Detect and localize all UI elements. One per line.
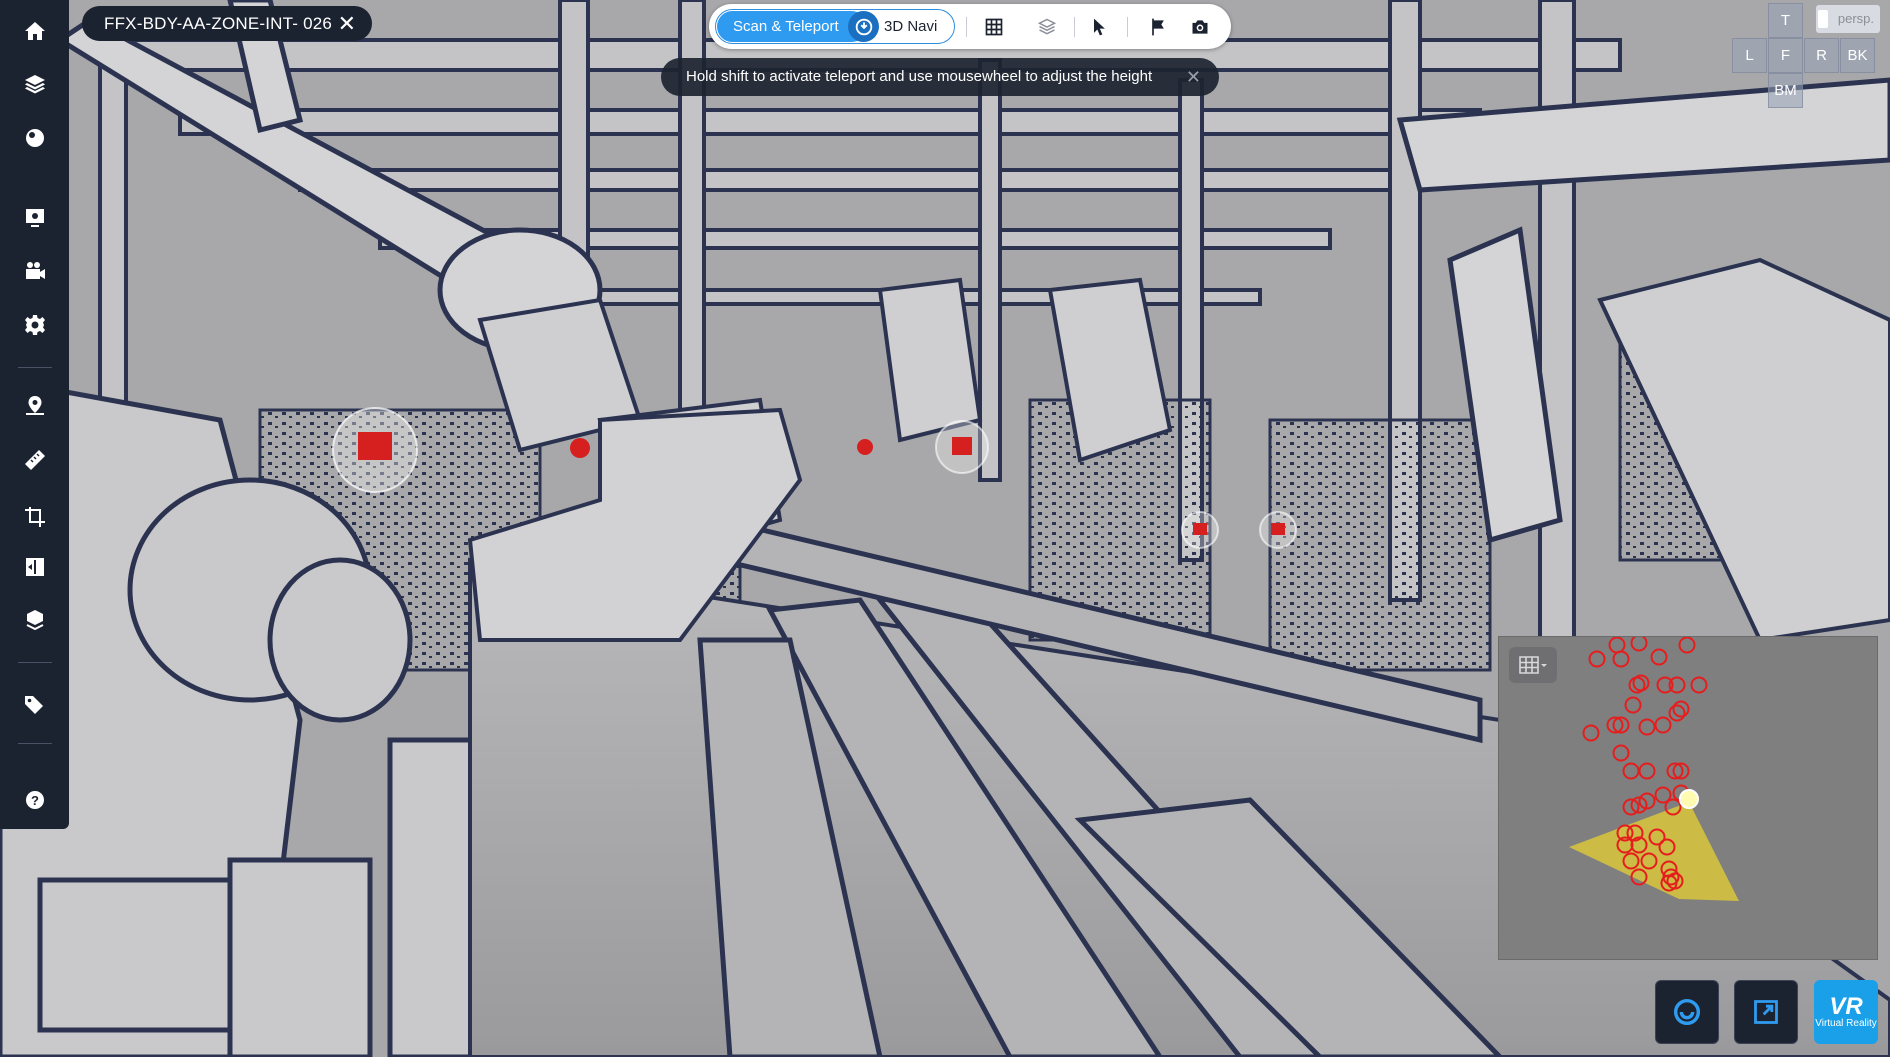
navigation-mode-switch[interactable]: Scan & Teleport 3D Navi <box>715 9 955 44</box>
tags-button[interactable] <box>14 684 56 724</box>
select-button[interactable] <box>1084 12 1114 42</box>
snapshot-icon <box>26 209 44 227</box>
3d-navi-mode-button[interactable]: 3D Navi <box>884 10 937 43</box>
tooltip-text: Hold shift to activate teleport and use … <box>686 68 1153 85</box>
settings-button[interactable] <box>14 305 56 345</box>
view-front-button[interactable]: F <box>1768 38 1803 73</box>
layers-3d-icon <box>1037 18 1057 35</box>
teleport-hint-tooltip: Hold shift to activate teleport and use … <box>661 58 1219 96</box>
sphere-button[interactable] <box>14 118 56 158</box>
minimap-scan-point[interactable] <box>1630 637 1648 652</box>
location-pin-icon <box>26 396 44 415</box>
minimap-scan-point[interactable] <box>1612 744 1630 762</box>
minimap-scan-point[interactable] <box>1678 637 1696 654</box>
settings-icon <box>25 315 45 335</box>
cursor-icon <box>1094 18 1105 36</box>
view-back-button[interactable]: BK <box>1840 38 1875 73</box>
help-icon: ? <box>26 791 44 809</box>
minimap-scan-point[interactable] <box>1690 676 1708 694</box>
minimap[interactable] <box>1498 636 1878 960</box>
measure-button[interactable] <box>14 440 56 480</box>
svg-text:?: ? <box>31 793 39 808</box>
compare-button[interactable] <box>14 547 56 587</box>
minimap-scan-point[interactable] <box>1608 637 1626 654</box>
compare-icon <box>26 558 44 576</box>
mode-toggle-knob[interactable] <box>848 11 879 42</box>
walk-mode-icon <box>1673 998 1701 1026</box>
location-button[interactable] <box>14 386 56 426</box>
top-toolbar: Scan & Teleport 3D Navi <box>709 4 1231 49</box>
video-icon <box>26 262 45 279</box>
screenshot-button[interactable] <box>1185 12 1215 42</box>
minimap-scan-point[interactable] <box>1668 704 1686 722</box>
ruler-icon <box>25 450 45 470</box>
minimap-current-position <box>1679 789 1699 809</box>
snapshot-button[interactable] <box>14 197 56 237</box>
minimap-scan-point[interactable] <box>1624 696 1642 714</box>
scan-teleport-mode-button[interactable]: Scan & Teleport <box>717 11 867 42</box>
scan-tab[interactable]: FFX-BDY-AA-ZONE-INT- 026 ✕ <box>82 6 372 41</box>
video-button[interactable] <box>14 251 56 291</box>
minimap-scan-point[interactable] <box>1650 648 1668 666</box>
grid-icon <box>985 18 1003 36</box>
sphere-icon <box>26 129 44 147</box>
close-icon[interactable]: ✕ <box>1186 58 1201 96</box>
walk-mode-button[interactable] <box>1655 980 1719 1044</box>
minimap-scan-point[interactable] <box>1582 724 1600 742</box>
virtual-reality-button[interactable]: VR Virtual Reality <box>1814 980 1878 1044</box>
minimap-scan-point[interactable] <box>1672 700 1690 718</box>
minimap-layer-button[interactable] <box>1509 647 1557 683</box>
scan-tab-title: FFX-BDY-AA-ZONE-INT- 026 <box>104 13 333 33</box>
teleport-icon <box>855 18 872 35</box>
minimap-scan-point[interactable] <box>1638 718 1656 736</box>
minimap-scan-map[interactable] <box>1499 637 1877 959</box>
3d-layers-button[interactable] <box>1032 12 1062 42</box>
flag-icon <box>1152 18 1164 36</box>
view-cone <box>1569 802 1739 901</box>
layers-button[interactable] <box>14 64 56 104</box>
minimap-scan-point[interactable] <box>1654 716 1672 734</box>
crop-button[interactable] <box>14 497 56 537</box>
grid-button[interactable] <box>979 12 1009 42</box>
close-icon[interactable]: ✕ <box>338 12 356 35</box>
left-sidebar: ? <box>0 0 69 829</box>
fullscreen-icon <box>1754 1000 1778 1024</box>
flag-button[interactable] <box>1143 12 1173 42</box>
layers-icon <box>25 75 45 94</box>
view-top-button[interactable]: T <box>1768 3 1803 38</box>
view-bottom-button[interactable]: BM <box>1768 73 1803 108</box>
perspective-toggle-switch[interactable] <box>1818 10 1828 28</box>
camera-icon <box>1192 20 1208 34</box>
home-icon <box>25 22 45 40</box>
crop-icon <box>25 507 45 527</box>
minimap-scan-point[interactable] <box>1612 650 1630 668</box>
model-button[interactable] <box>14 600 56 640</box>
fullscreen-button[interactable] <box>1734 980 1798 1044</box>
tags-icon <box>25 696 43 714</box>
minimap-scan-point[interactable] <box>1622 762 1640 780</box>
view-right-button[interactable]: R <box>1804 38 1839 73</box>
vr-logo-text: VR <box>1829 992 1863 1020</box>
model-icon <box>26 610 44 631</box>
minimap-scan-point[interactable] <box>1638 762 1656 780</box>
help-button[interactable]: ? <box>14 780 56 820</box>
minimap-scan-point[interactable] <box>1588 650 1606 668</box>
view-left-button[interactable]: L <box>1732 38 1767 73</box>
vr-label: Virtual Reality <box>1815 1017 1877 1029</box>
grid-dropdown-icon <box>1519 656 1547 674</box>
home-button[interactable] <box>14 11 56 51</box>
